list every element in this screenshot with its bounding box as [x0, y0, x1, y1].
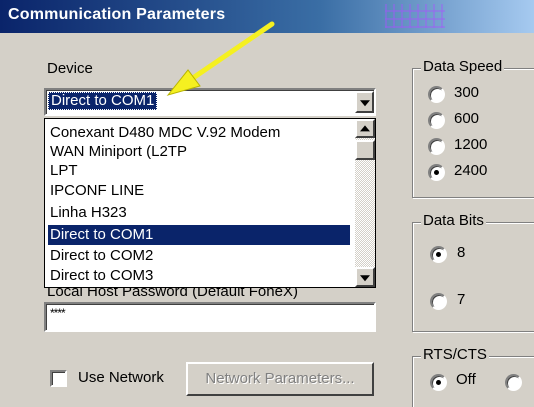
annotation-arrow-icon — [166, 21, 275, 96]
communication-parameters-window: Communication Parameters Device Direct t… — [0, 0, 534, 407]
